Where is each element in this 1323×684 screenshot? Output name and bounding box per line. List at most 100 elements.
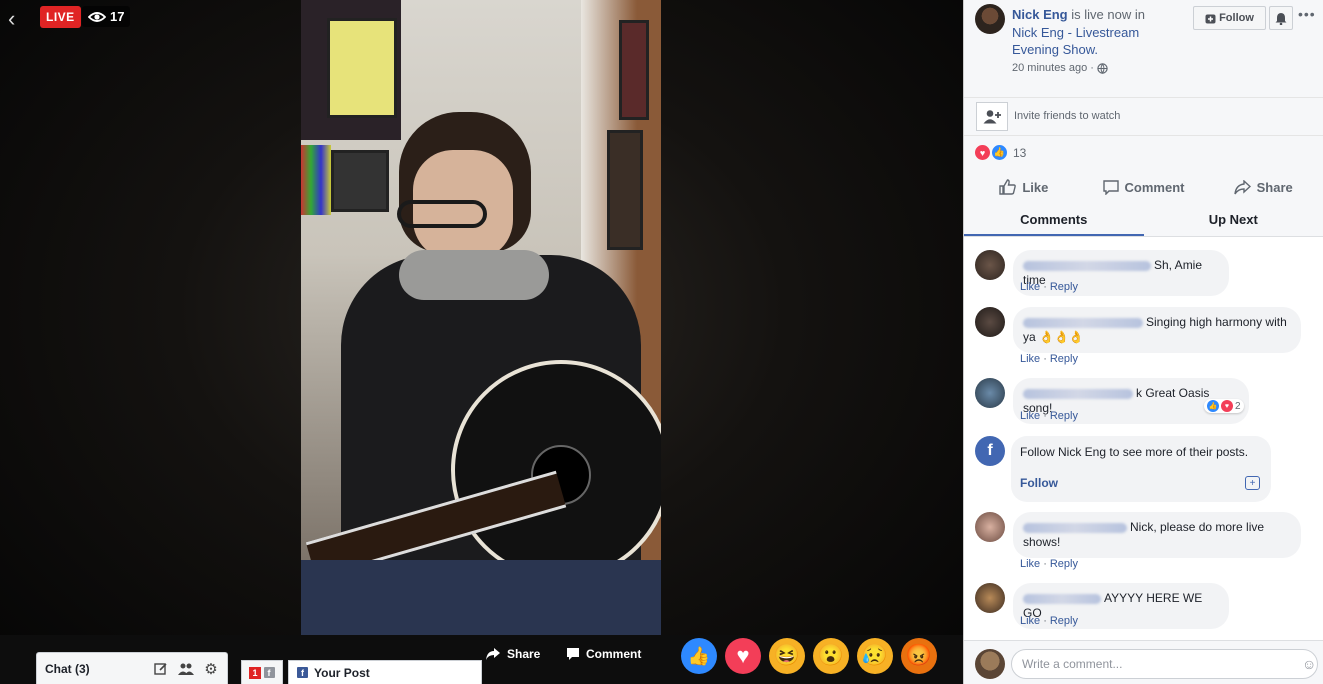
post-header: Nick Eng is live now in Nick Eng - Lives… (964, 0, 1323, 98)
host-line: Nick Eng is live now in Nick Eng - Lives… (1012, 6, 1152, 77)
commenter-name[interactable] (1023, 317, 1143, 328)
back-arrow-icon[interactable]: ‹ (8, 6, 15, 32)
people-icon[interactable] (178, 661, 194, 677)
wow-reaction-icon: 😮 (817, 644, 845, 667)
eye-icon (88, 11, 106, 22)
like-reaction-icon: 👍 (687, 645, 711, 666)
video-comment-button[interactable]: Comment (566, 647, 641, 661)
video-share-button[interactable]: Share (485, 647, 540, 661)
commenter-avatar[interactable] (975, 583, 1005, 613)
sad-reaction-button[interactable]: 😥 (857, 638, 893, 674)
current-user-avatar (975, 649, 1005, 679)
thumbs-up-icon (999, 179, 1017, 195)
comment-reply-link[interactable]: Reply (1050, 558, 1078, 570)
comment-actions: Like · Reply (1020, 615, 1078, 627)
facebook-icon: f (263, 667, 275, 678)
commenter-avatar[interactable] (975, 378, 1005, 408)
reaction-summary[interactable]: ♥ 👍 13 (964, 136, 1323, 169)
post-timestamp[interactable]: 20 minutes ago · (1012, 60, 1094, 78)
post-time: 20 minutes ago · (1012, 60, 1152, 78)
comment-actions: Like · Reply (1020, 558, 1078, 570)
comment-reactions[interactable]: 👍 ♥ 2 (1204, 399, 1244, 413)
comment-like-link[interactable]: Like (1020, 615, 1040, 627)
notification-bell-button[interactable] (1269, 6, 1293, 30)
more-options-icon[interactable]: ••• (1298, 6, 1316, 22)
add-friend-icon[interactable] (976, 102, 1008, 131)
commenter-avatar[interactable] (975, 250, 1005, 280)
chat-tab[interactable]: Chat (3) ⚙ (36, 652, 228, 684)
like-label: Like (1022, 179, 1049, 195)
your-post-tab[interactable]: f Your Post (288, 660, 482, 684)
wow-reaction-button[interactable]: 😮 (813, 638, 849, 674)
follow-suggestion-bubble: Follow Nick Eng to see more of their pos… (1011, 436, 1271, 502)
love-reaction-button[interactable]: ♥ (725, 638, 761, 674)
angry-reaction-button[interactable]: 😡 (901, 638, 937, 674)
emoji-icon[interactable]: ☺ (1302, 656, 1316, 672)
minimized-chat-tab[interactable]: 1 f (241, 660, 283, 684)
share-button[interactable]: Share (1203, 169, 1323, 205)
comment-like-link[interactable]: Like (1020, 410, 1040, 422)
comment-reply-link[interactable]: Reply (1050, 281, 1078, 293)
live-sidebar: Nick Eng is live now in Nick Eng - Lives… (963, 0, 1323, 684)
live-badge: LIVE (40, 6, 81, 28)
host-name-link[interactable]: Nick Eng (1012, 7, 1068, 22)
tab-up-next[interactable]: Up Next (1144, 205, 1323, 236)
invite-friends-row[interactable]: Invite friends to watch (964, 98, 1323, 136)
comment-bubble: Singing high harmony with ya 👌👌👌 (1013, 307, 1301, 353)
follow-button[interactable]: Follow (1193, 6, 1266, 30)
love-reaction-icon: ♥ (975, 145, 990, 160)
comment-button[interactable]: Comment (1084, 169, 1204, 205)
follow-plus-icon[interactable]: + (1245, 476, 1260, 490)
video-stream[interactable] (301, 0, 661, 635)
love-reaction-icon: ♥ (1221, 400, 1233, 412)
haha-reaction-button[interactable]: 😆 (769, 638, 805, 674)
video-player[interactable]: ‹ LIVE 17 (0, 0, 963, 684)
like-reaction-button[interactable]: 👍 (681, 638, 717, 674)
invite-friends-text[interactable]: Invite friends to watch (1014, 110, 1120, 122)
live-video-page: ‹ LIVE 17 Chat (3) ⚙ 1 f f Your Post Sha… (0, 0, 1323, 684)
facebook-logo-icon: f (975, 436, 1005, 466)
facebook-icon: f (297, 667, 308, 678)
compose-icon[interactable] (153, 661, 169, 677)
viewer-count-value: 17 (110, 9, 125, 24)
commenter-name[interactable] (1023, 593, 1101, 604)
viewer-count: 17 (82, 6, 131, 27)
bell-icon (1275, 12, 1287, 25)
commenter-avatar[interactable] (975, 512, 1005, 542)
follow-suggestion-link[interactable]: Follow (1020, 476, 1058, 490)
gear-icon[interactable]: ⚙ (203, 661, 219, 678)
unread-count: 1 (249, 666, 261, 679)
globe-icon (1097, 63, 1108, 74)
host-avatar[interactable] (975, 4, 1005, 34)
page-name-link[interactable]: Nick Eng - Livestream Evening Show. (1012, 25, 1139, 58)
commenter-name[interactable] (1023, 522, 1127, 533)
like-reaction-icon: 👍 (1207, 400, 1219, 412)
comment-bubble: Nick, please do more live shows! (1013, 512, 1301, 558)
like-reaction-icon: 👍 (992, 145, 1007, 160)
comment-reply-link[interactable]: Reply (1050, 410, 1078, 422)
commenter-name[interactable] (1023, 260, 1151, 271)
comment-reply-link[interactable]: Reply (1050, 353, 1078, 365)
video-comment-label: Comment (586, 647, 642, 661)
comment-like-link[interactable]: Like (1020, 353, 1040, 365)
comment-like-link[interactable]: Like (1020, 558, 1040, 570)
your-post-label: Your Post (314, 665, 370, 680)
commenter-avatar[interactable] (975, 307, 1005, 337)
comment-like-link[interactable]: Like (1020, 281, 1040, 293)
share-arrow-icon (486, 648, 500, 660)
comment-actions: Like · Reply (1020, 353, 1078, 365)
post-actions: Like Comment Share (964, 169, 1323, 205)
comment-reply-link[interactable]: Reply (1050, 615, 1078, 627)
comment-icon (1102, 179, 1119, 195)
tab-comments[interactable]: Comments (964, 205, 1144, 236)
follow-plus-icon (1205, 14, 1216, 23)
comment-actions: Like · Reply (1020, 281, 1078, 293)
comment-label: Comment (1124, 179, 1185, 195)
comment-reaction-count: 2 (1235, 400, 1241, 412)
share-icon (1233, 179, 1251, 194)
comment-actions: Like · Reply (1020, 410, 1078, 422)
comment-bubble-icon (567, 648, 579, 660)
comment-input[interactable] (1011, 649, 1318, 679)
commenter-name[interactable] (1023, 388, 1133, 399)
like-button[interactable]: Like (964, 169, 1084, 205)
